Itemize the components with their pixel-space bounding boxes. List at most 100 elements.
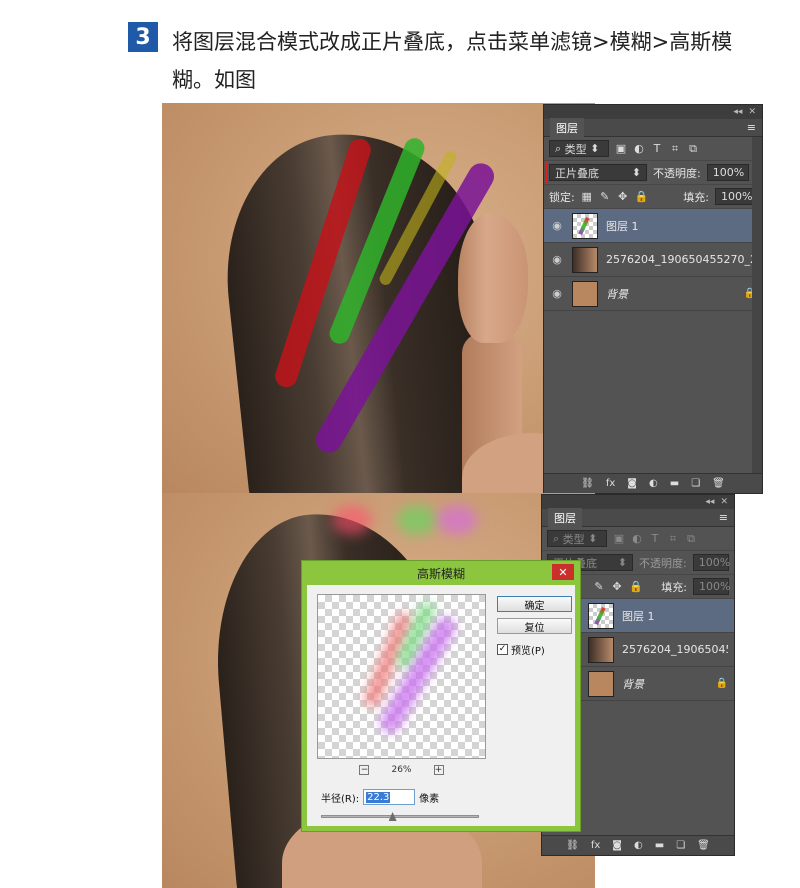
eye-icon[interactable]: ◉ xyxy=(550,287,564,300)
eye-icon[interactable]: ◉ xyxy=(550,253,564,266)
layer-thumbnail xyxy=(588,670,614,697)
layer-name: 图层 1 xyxy=(606,219,639,233)
close-icon[interactable]: ✕ xyxy=(720,497,728,507)
zoom-in-icon[interactable]: + xyxy=(433,765,444,775)
lock-all-icon[interactable]: 🔒 xyxy=(635,190,649,203)
delete-icon[interactable]: 🗑 xyxy=(712,478,725,489)
opacity-field[interactable]: 100% xyxy=(692,554,730,571)
scrollbar[interactable] xyxy=(752,137,762,473)
radius-unit: 像素 xyxy=(419,793,440,805)
close-icon[interactable]: ✕ xyxy=(552,564,574,580)
filter-kind-select[interactable]: ⌕ 类型 ⬍ xyxy=(547,530,607,547)
smart-object-filter-icon[interactable]: ⧉ xyxy=(685,532,697,546)
fx-icon[interactable]: fx xyxy=(591,840,600,851)
radius-label: 半径(R): xyxy=(321,793,360,805)
new-layer-icon[interactable]: ❏ xyxy=(691,478,700,489)
tab-layers[interactable]: 图层 xyxy=(550,117,584,138)
dropdown-arrow-icon: ⬍ xyxy=(590,142,600,155)
opacity-field[interactable]: 100% xyxy=(706,164,749,181)
checkmark-icon[interactable]: ✓ xyxy=(497,644,508,655)
fill-field[interactable]: 100% xyxy=(693,578,730,595)
lock-move-icon[interactable]: ✥ xyxy=(617,190,629,203)
blend-mode-value: 正片叠底 xyxy=(555,166,599,180)
panel-menu-icon[interactable]: ≡ xyxy=(747,121,756,134)
blur-preview-area[interactable] xyxy=(317,594,486,759)
reset-button[interactable]: 复位 xyxy=(497,618,572,634)
dialog-title: 高斯模糊 xyxy=(416,566,465,581)
slider-thumb[interactable] xyxy=(388,812,397,821)
filter-kind-value: 类型 xyxy=(564,142,587,156)
face-shape xyxy=(458,213,528,343)
radius-value: 22.3 xyxy=(366,791,391,803)
instruction-text-line1: 将图层混合模式改成正片叠底，点击菜单滤镜>模糊>高斯模 xyxy=(172,30,733,54)
layer-row-photo[interactable]: ◉ 2576204_190650455270_2 xyxy=(544,243,762,277)
shape-filter-icon[interactable]: ⌗ xyxy=(669,142,681,156)
lock-pixels-icon[interactable]: ▦ xyxy=(581,190,593,203)
link-icon[interactable]: ⛓ xyxy=(581,478,594,489)
group-icon[interactable]: ▬ xyxy=(655,840,664,851)
layer-thumbnail xyxy=(572,280,598,307)
radius-row: 半径(R): 22.3 像素 xyxy=(321,789,439,805)
link-icon[interactable]: ⛓ xyxy=(566,840,579,851)
layer-name: 图层 1 xyxy=(622,609,655,623)
green-glow xyxy=(397,505,437,535)
lock-all-icon[interactable]: 🔒 xyxy=(629,580,643,593)
type-filter-icon[interactable]: T xyxy=(649,532,661,545)
eye-icon[interactable]: ◉ xyxy=(550,219,564,232)
blend-mode-select[interactable]: 正片叠底 ⬍ xyxy=(546,161,650,184)
layer-row-background[interactable]: ◉ 背景 🔒 xyxy=(544,277,762,311)
layer-thumbnail xyxy=(572,246,598,273)
type-filter-icon[interactable]: T xyxy=(651,142,663,155)
group-icon[interactable]: ▬ xyxy=(670,478,679,489)
opacity-label: 不透明度: xyxy=(639,556,687,570)
opacity-label: 不透明度: xyxy=(653,166,701,180)
dialog-titlebar[interactable]: 高斯模糊 ✕ xyxy=(302,561,580,585)
search-icon: ⌕ xyxy=(553,531,560,545)
ok-button[interactable]: 确定 xyxy=(497,596,572,612)
filter-kind-select[interactable]: ⌕ 类型 ⬍ xyxy=(549,140,609,157)
close-icon[interactable]: ✕ xyxy=(748,107,756,117)
adjustment-filter-icon[interactable]: ◐ xyxy=(631,532,643,545)
panel-tab-bar: 图层 ≡ xyxy=(542,507,734,528)
adjustment-filter-icon[interactable]: ◐ xyxy=(633,142,645,155)
tab-layers[interactable]: 图层 xyxy=(548,507,582,528)
layer-name: 2576204_190650455270_2 xyxy=(622,643,728,656)
panel-tab-bar: 图层 ≡ xyxy=(544,117,762,138)
preview-label: 预览(P) xyxy=(511,646,545,657)
shape-filter-icon[interactable]: ⌗ xyxy=(667,532,679,546)
lock-brush-icon[interactable]: ✎ xyxy=(599,190,611,203)
layer-row-layer1[interactable]: ◉ 图层 1 xyxy=(544,209,762,243)
fill-label: 填充: xyxy=(683,190,709,204)
photo-woman-colored-streaks xyxy=(162,103,595,493)
fx-icon[interactable]: fx xyxy=(606,478,615,489)
panel-menu-icon[interactable]: ≡ xyxy=(719,511,728,524)
image-filter-icon[interactable]: ▣ xyxy=(613,532,625,545)
lock-move-icon[interactable]: ✥ xyxy=(611,580,623,593)
dialog-body: − 26% + 确定 复位 ✓ 预览(P) 半径(R): 22.3 像素 xyxy=(307,585,575,826)
zoom-controls: − 26% + xyxy=(317,765,486,775)
filter-kind-value: 类型 xyxy=(562,532,585,546)
adjustment-icon[interactable]: ◐ xyxy=(649,478,658,489)
fill-field[interactable]: 100% xyxy=(715,188,757,205)
adjustment-icon[interactable]: ◐ xyxy=(634,840,643,851)
layer-filter-row: ⌕ 类型 ⬍ ▣ ◐ T ⌗ ⧉ xyxy=(542,527,734,551)
radius-slider[interactable] xyxy=(321,812,479,821)
delete-icon[interactable]: 🗑 xyxy=(697,840,710,851)
layer-thumbnail xyxy=(572,212,598,239)
smart-object-filter-icon[interactable]: ⧉ xyxy=(687,142,699,156)
preview-checkbox[interactable]: ✓ 预览(P) xyxy=(497,642,545,657)
collapse-icon[interactable]: ◂◂ xyxy=(705,497,714,507)
image-filter-icon[interactable]: ▣ xyxy=(615,142,627,155)
collapse-icon[interactable]: ◂◂ xyxy=(733,107,742,117)
radius-input[interactable]: 22.3 xyxy=(363,789,416,805)
zoom-out-icon[interactable]: − xyxy=(359,765,370,775)
mask-icon[interactable]: ◙ xyxy=(627,478,637,489)
mask-icon[interactable]: ◙ xyxy=(612,840,622,851)
purple-glow xyxy=(437,505,477,535)
layers-panel: ◂◂ ✕ 图层 ≡ ⌕ 类型 ⬍ ▣ ◐ T ⌗ ⧉ 正片叠底 ⬍ 不透明度: … xyxy=(543,104,763,494)
lock-brush-icon[interactable]: ✎ xyxy=(593,580,605,593)
layer-thumbnail xyxy=(588,602,614,629)
lock-label: 锁定: xyxy=(549,190,575,204)
new-layer-icon[interactable]: ❏ xyxy=(676,840,685,851)
fill-label: 填充: xyxy=(661,580,687,594)
